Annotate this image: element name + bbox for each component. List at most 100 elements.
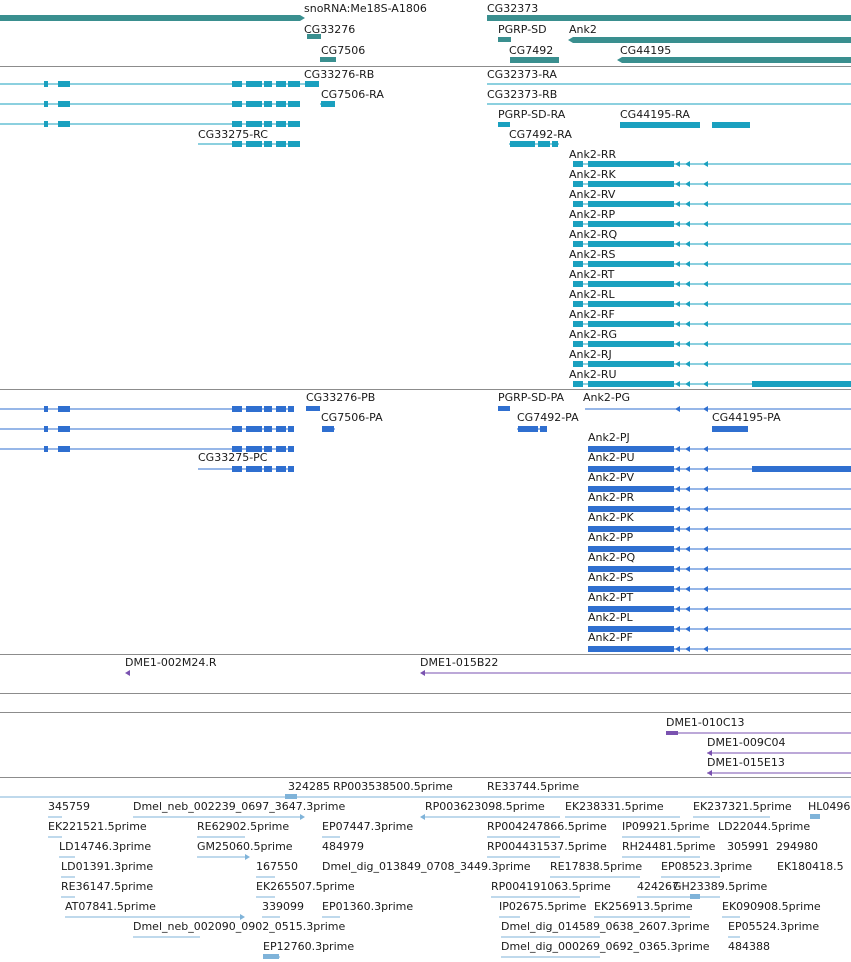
est-label[interactable]: AT07841.5prime bbox=[65, 900, 156, 913]
est-label[interactable]: EP05524.3prime bbox=[728, 920, 819, 933]
transcript-label[interactable]: Ank2-RV bbox=[569, 188, 615, 201]
transcript-label[interactable]: Ank2-RL bbox=[569, 288, 615, 301]
gene-label[interactable]: PGRP-SD bbox=[498, 23, 547, 36]
est-label[interactable]: RE36147.5prime bbox=[61, 880, 153, 893]
gene-label[interactable]: Ank2 bbox=[569, 23, 597, 36]
gene-label[interactable]: CG7492 bbox=[509, 44, 553, 57]
transcript-label[interactable]: CG32373-RA bbox=[487, 68, 557, 81]
est-label[interactable]: RE17838.5prime bbox=[550, 860, 642, 873]
est-label[interactable]: RP004431537.5prime bbox=[487, 840, 607, 853]
est-label[interactable]: Dmel_dig_013849_0708_3449.3prime bbox=[322, 860, 531, 873]
protein-label[interactable]: CG44195-PA bbox=[712, 411, 781, 424]
gene-label[interactable]: snoRNA:Me18S-A1806 bbox=[304, 2, 427, 15]
est-label[interactable]: 339099 bbox=[262, 900, 304, 913]
protein-label[interactable]: PGRP-SD-PA bbox=[498, 391, 564, 404]
transcript-label[interactable]: CG44195-RA bbox=[620, 108, 690, 121]
protein-label[interactable]: CG7506-PA bbox=[321, 411, 383, 424]
transcript-label[interactable]: Ank2-RQ bbox=[569, 228, 617, 241]
transcript-label[interactable]: CG7506-RA bbox=[321, 88, 384, 101]
est-label[interactable]: Dmel_dig_000269_0692_0365.3prime bbox=[501, 940, 710, 953]
est-label[interactable]: RE33744.5prime bbox=[487, 780, 579, 793]
clone-label[interactable]: DME1-015E13 bbox=[707, 756, 785, 769]
est-label[interactable]: EP07447.3prime bbox=[322, 820, 413, 833]
protein-label[interactable]: CG33275-PC bbox=[198, 451, 267, 464]
clone-label[interactable]: DME1-010C13 bbox=[666, 716, 745, 729]
transcript-label[interactable]: CG33276-RB bbox=[304, 68, 374, 81]
transcript-label[interactable]: Ank2-RT bbox=[569, 268, 614, 281]
est-label[interactable]: RP004247866.5prime bbox=[487, 820, 607, 833]
transcript-label[interactable]: Ank2-RF bbox=[569, 308, 615, 321]
est-label[interactable]: RP003538500.5prime bbox=[333, 780, 453, 793]
est-label[interactable]: 345759 bbox=[48, 800, 90, 813]
est-label[interactable]: EP01360.3prime bbox=[322, 900, 413, 913]
est-label[interactable]: LD22044.5prime bbox=[718, 820, 810, 833]
transcript-label[interactable]: Ank2-RU bbox=[569, 368, 617, 381]
est-label[interactable]: RP004191063.5prime bbox=[491, 880, 611, 893]
est-label[interactable]: 324285 bbox=[288, 780, 330, 793]
protein-label[interactable]: Ank2-PK bbox=[588, 511, 634, 524]
transcript-label[interactable]: PGRP-SD-RA bbox=[498, 108, 565, 121]
transcript-label[interactable]: Ank2-RP bbox=[569, 208, 615, 221]
protein-label[interactable]: Ank2-PG bbox=[583, 391, 630, 404]
est-label[interactable]: EK256913.5prime bbox=[594, 900, 693, 913]
est-label[interactable]: RP003623098.5prime bbox=[425, 800, 545, 813]
est-label[interactable]: GH23389.5prime bbox=[673, 880, 767, 893]
strand-arrow-icon bbox=[685, 466, 690, 472]
est-label[interactable]: Dmel_dig_014589_0638_2607.3prime bbox=[501, 920, 710, 933]
strand-arrow-icon bbox=[300, 814, 305, 820]
est-label[interactable]: EP08523.3prime bbox=[661, 860, 752, 873]
gene-label[interactable]: CG7506 bbox=[321, 44, 365, 57]
est-label[interactable]: EK221521.5prime bbox=[48, 820, 147, 833]
protein-label[interactable]: Ank2-PJ bbox=[588, 431, 630, 444]
gene-label[interactable]: CG33276 bbox=[304, 23, 355, 36]
protein-label[interactable]: CG33276-PB bbox=[306, 391, 375, 404]
clone-label[interactable]: DME1-009C04 bbox=[707, 736, 786, 749]
est-label[interactable]: EK265507.5prime bbox=[256, 880, 355, 893]
est-label[interactable]: RH24481.5prime bbox=[622, 840, 715, 853]
transcript-label[interactable]: CG32373-RB bbox=[487, 88, 557, 101]
est-label[interactable]: HL0496 bbox=[808, 800, 850, 813]
clone-label[interactable]: DME1-015B22 bbox=[420, 656, 498, 669]
transcript-label[interactable]: Ank2-RS bbox=[569, 248, 615, 261]
est-label[interactable]: GM25060.5prime bbox=[197, 840, 293, 853]
protein-label[interactable]: Ank2-PP bbox=[588, 531, 633, 544]
est-label[interactable]: 305991 bbox=[727, 840, 769, 853]
est-label[interactable]: EK237321.5prime bbox=[693, 800, 792, 813]
transcript-label[interactable]: Ank2-RK bbox=[569, 168, 616, 181]
protein-label[interactable]: Ank2-PS bbox=[588, 571, 633, 584]
est-label[interactable]: Dmel_neb_002090_0902_0515.3prime bbox=[133, 920, 345, 933]
strand-arrow-icon bbox=[703, 261, 708, 267]
transcript-label[interactable]: Ank2-RJ bbox=[569, 348, 612, 361]
clone-label[interactable]: DME1-002M24.R bbox=[125, 656, 217, 669]
est-label[interactable]: LD01391.3prime bbox=[61, 860, 153, 873]
transcript-label[interactable]: CG33275-RC bbox=[198, 128, 268, 141]
transcript-label[interactable]: Ank2-RG bbox=[569, 328, 617, 341]
est-label[interactable]: 484979 bbox=[322, 840, 364, 853]
transcript-label[interactable]: Ank2-RR bbox=[569, 148, 616, 161]
est-label[interactable]: RE62902.5prime bbox=[197, 820, 289, 833]
est-label[interactable]: 167550 bbox=[256, 860, 298, 873]
est-label[interactable]: IP09921.5prime bbox=[622, 820, 709, 833]
gene-label[interactable]: CG44195 bbox=[620, 44, 671, 57]
transcript-label[interactable]: CG7492-RA bbox=[509, 128, 572, 141]
est-label[interactable]: LD14746.3prime bbox=[59, 840, 151, 853]
track-separator bbox=[0, 693, 851, 694]
est-label[interactable]: Dmel_neb_002239_0697_3647.3prime bbox=[133, 800, 345, 813]
feature-exon bbox=[276, 81, 286, 87]
protein-label[interactable]: CG7492-PA bbox=[517, 411, 579, 424]
protein-label[interactable]: Ank2-PL bbox=[588, 611, 633, 624]
protein-label[interactable]: Ank2-PQ bbox=[588, 551, 635, 564]
est-label[interactable]: IP02675.5prime bbox=[499, 900, 586, 913]
est-label[interactable]: EK090908.5prime bbox=[722, 900, 821, 913]
est-label[interactable]: 484388 bbox=[728, 940, 770, 953]
protein-label[interactable]: Ank2-PF bbox=[588, 631, 633, 644]
est-label[interactable]: 294980 bbox=[776, 840, 818, 853]
est-label[interactable]: EP12760.3prime bbox=[263, 940, 354, 953]
est-label[interactable]: EK238331.5prime bbox=[565, 800, 664, 813]
protein-label[interactable]: Ank2-PT bbox=[588, 591, 633, 604]
est-label[interactable]: EK180418.5 bbox=[777, 860, 844, 873]
gene-label[interactable]: CG32373 bbox=[487, 2, 538, 15]
protein-label[interactable]: Ank2-PV bbox=[588, 471, 634, 484]
protein-label[interactable]: Ank2-PU bbox=[588, 451, 635, 464]
protein-label[interactable]: Ank2-PR bbox=[588, 491, 634, 504]
